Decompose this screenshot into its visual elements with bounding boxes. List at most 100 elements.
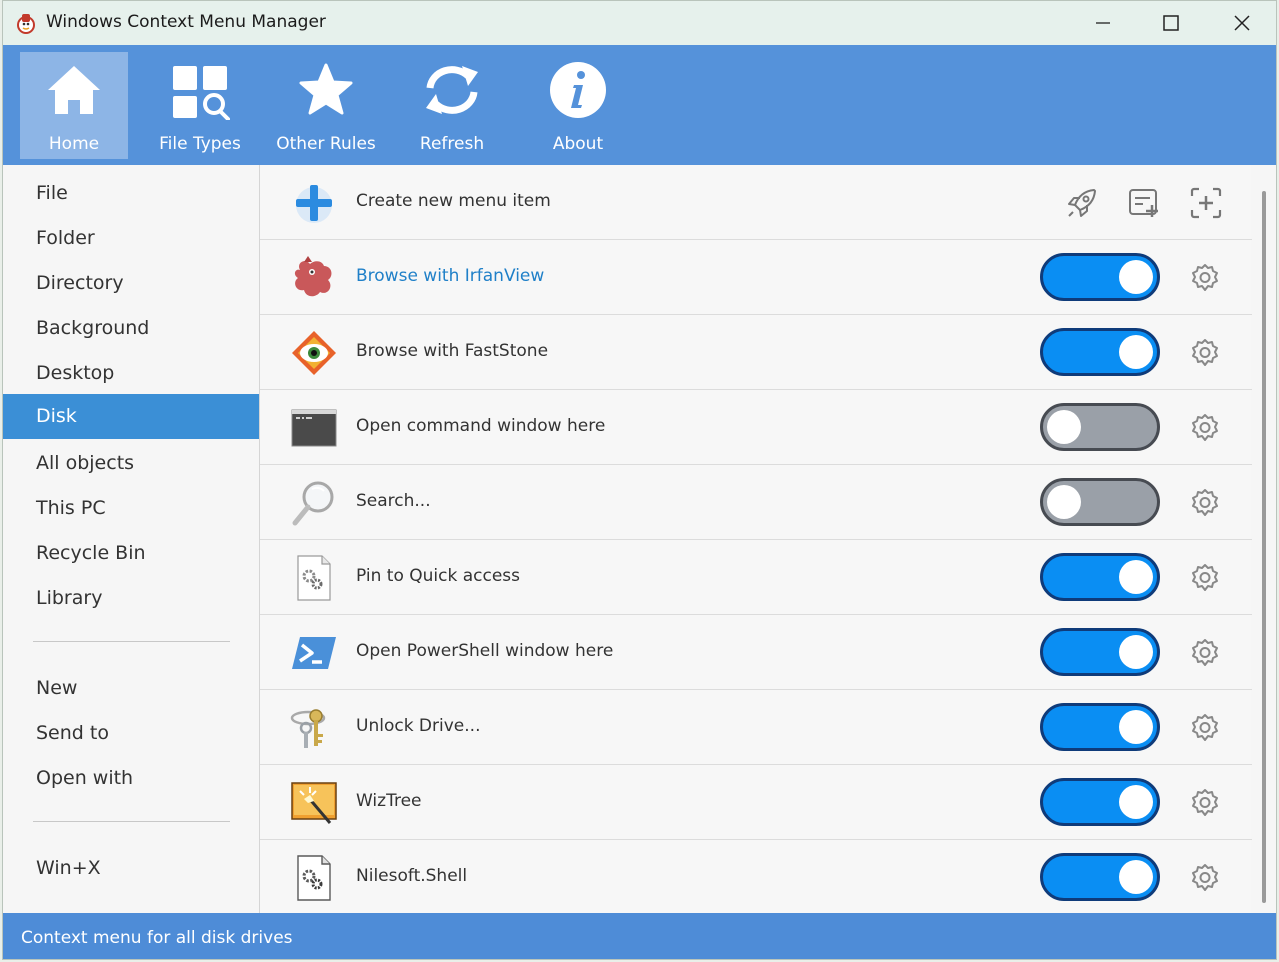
toggle-knob	[1119, 260, 1153, 294]
toolbar-other-rules-label: Other Rules	[276, 134, 376, 154]
cmd-icon	[291, 409, 337, 447]
toolbar-home-label: Home	[48, 134, 100, 154]
sidebar-item-this-pc[interactable]: This PC	[3, 486, 259, 531]
close-icon	[1234, 15, 1250, 31]
menu-item-row: WizTree	[260, 765, 1252, 840]
main-toolbar: Home File Types Other Rules Refresh Abou…	[3, 45, 1276, 165]
menu-item-label: Pin to Quick access	[356, 566, 521, 586]
sidebar-item-all-objects[interactable]: All objects	[3, 441, 259, 486]
toggle-knob	[1119, 560, 1153, 594]
gear-icon[interactable]	[1189, 712, 1221, 744]
enable-toggle[interactable]	[1040, 628, 1160, 676]
faststone-icon	[292, 331, 336, 375]
menu-item-row: Unlock Drive...	[260, 690, 1252, 765]
sidebar-item-win-x[interactable]: Win+X	[3, 846, 259, 891]
toolbar-file-types-button[interactable]: File Types	[146, 52, 254, 159]
sidebar-item-library[interactable]: Library	[3, 576, 259, 621]
magnifier-icon	[292, 481, 334, 526]
toolbar-about-label: About	[552, 134, 604, 154]
sidebar-item-background[interactable]: Background	[3, 306, 259, 351]
menu-item-row: Open command window here	[260, 390, 1252, 465]
refresh-icon	[426, 66, 478, 114]
menu-item-label: Search...	[356, 491, 431, 511]
close-button[interactable]	[1208, 1, 1276, 45]
status-bar: Context menu for all disk drives	[3, 913, 1276, 959]
app-window: Windows Context Menu Manager Home File T…	[2, 0, 1277, 960]
toggle-knob	[1047, 485, 1081, 519]
menu-item-label: Open command window here	[356, 416, 606, 436]
irfanview-icon	[294, 256, 332, 297]
list-scrollbar[interactable]	[1262, 191, 1266, 903]
create-item-label: Create new menu item	[356, 191, 551, 211]
toolbar-refresh-label: Refresh	[419, 134, 485, 154]
gear-icon[interactable]	[1189, 262, 1221, 294]
menu-item-row: Open PowerShell window here	[260, 615, 1252, 690]
gear-icon[interactable]	[1189, 487, 1221, 519]
create-item-row[interactable]: Create new menu item	[260, 165, 1252, 240]
enable-toggle[interactable]	[1040, 853, 1160, 901]
maximize-button[interactable]	[1137, 1, 1205, 45]
window-title: Windows Context Menu Manager	[46, 12, 326, 32]
menu-item-label: Browse with FastStone	[356, 341, 549, 361]
wiztree-icon	[291, 782, 337, 824]
file-types-icon	[173, 66, 230, 120]
enable-toggle[interactable]	[1040, 553, 1160, 601]
sidebar-item-folder[interactable]: Folder	[3, 216, 259, 261]
enable-toggle[interactable]	[1040, 253, 1160, 301]
add-note-icon[interactable]	[1126, 185, 1162, 221]
maximize-icon	[1163, 15, 1179, 31]
menu-item-row: Search...	[260, 465, 1252, 540]
gear-icon[interactable]	[1189, 787, 1221, 819]
toolbar-refresh-button[interactable]: Refresh	[398, 52, 506, 159]
gear-icon[interactable]	[1189, 862, 1221, 894]
gear-icon[interactable]	[1189, 337, 1221, 369]
keys-icon	[290, 709, 326, 748]
enable-toggle[interactable]	[1040, 478, 1160, 526]
menu-item-label: Open PowerShell window here	[356, 641, 614, 661]
gear-icon[interactable]	[1189, 412, 1221, 444]
sidebar-item-disk[interactable]: Disk	[3, 394, 259, 439]
toolbar-about-button[interactable]: About	[524, 52, 632, 159]
minimize-icon	[1096, 22, 1110, 24]
sidebar-divider	[33, 821, 230, 822]
menu-item-label: WizTree	[356, 791, 422, 811]
menu-item-row: Nilesoft.Shell	[260, 840, 1252, 915]
info-icon	[550, 62, 606, 118]
sidebar-item-directory[interactable]: Directory	[3, 261, 259, 306]
sidebar-divider	[33, 641, 230, 642]
minimize-button[interactable]	[1069, 1, 1137, 45]
status-text: Context menu for all disk drives	[21, 928, 293, 948]
toggle-knob	[1119, 785, 1153, 819]
toolbar-other-rules-button[interactable]: Other Rules	[272, 52, 380, 159]
toggle-knob	[1119, 635, 1153, 669]
enable-toggle[interactable]	[1040, 703, 1160, 751]
menu-items-list: Create new menu item Browse with IrfanVi…	[259, 165, 1252, 915]
powershell-icon	[292, 637, 336, 669]
menu-item-row: Browse with IrfanView	[260, 240, 1252, 315]
sidebar-item-recycle-bin[interactable]: Recycle Bin	[3, 531, 259, 576]
sidebar: File Folder Directory Background Desktop…	[3, 165, 259, 913]
enable-toggle[interactable]	[1040, 403, 1160, 451]
toolbar-file-types-label: File Types	[159, 134, 241, 154]
home-icon	[48, 66, 100, 114]
menu-item-row: Browse with FastStone	[260, 315, 1252, 390]
toolbar-home-button[interactable]: Home	[20, 52, 128, 159]
sidebar-item-file[interactable]: File	[3, 171, 259, 216]
plus-icon	[296, 185, 332, 223]
gear-icon[interactable]	[1189, 562, 1221, 594]
sidebar-item-send-to[interactable]: Send to	[3, 711, 259, 756]
menu-item-row: Pin to Quick access	[260, 540, 1252, 615]
enable-toggle[interactable]	[1040, 328, 1160, 376]
sidebar-item-open-with[interactable]: Open with	[3, 756, 259, 801]
rocket-icon[interactable]	[1064, 185, 1100, 221]
enable-toggle[interactable]	[1040, 778, 1160, 826]
star-icon	[299, 63, 353, 115]
sidebar-item-desktop[interactable]: Desktop	[3, 351, 259, 396]
toggle-knob	[1119, 860, 1153, 894]
add-bracket-icon[interactable]	[1188, 185, 1224, 221]
menu-item-label: Unlock Drive...	[356, 716, 481, 736]
sidebar-item-new[interactable]: New	[3, 666, 259, 711]
menu-item-label: Browse with IrfanView	[356, 266, 545, 286]
toggle-knob	[1119, 335, 1153, 369]
gear-icon[interactable]	[1189, 637, 1221, 669]
